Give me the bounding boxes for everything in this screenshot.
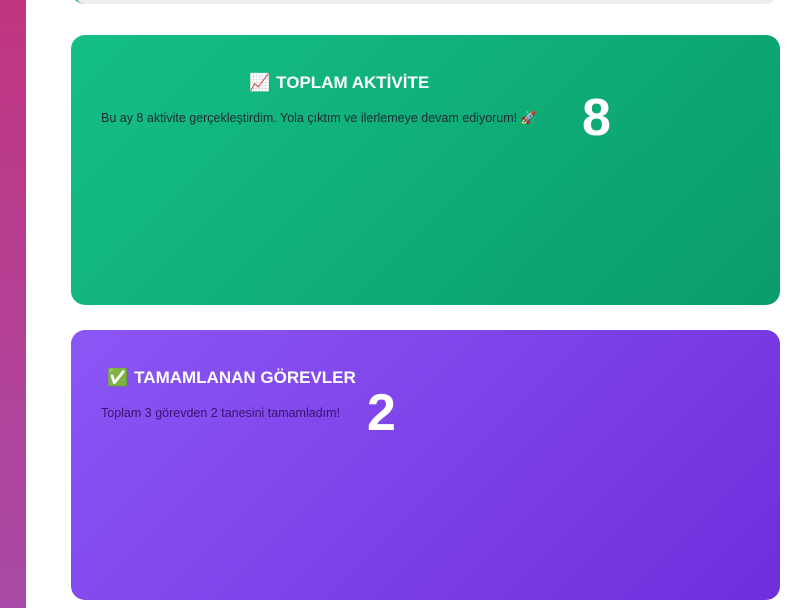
card-title: ✅ TAMAMLANAN GÖREVLER (107, 368, 356, 388)
activity-count: 8 (582, 89, 611, 147)
total-activity-card: 📈 TOPLAM AKTİVİTE Bu ay 8 aktivite gerçe… (71, 35, 780, 305)
chart-up-icon: 📈 (249, 73, 271, 92)
card-title-text: TAMAMLANAN GÖREVLER (134, 368, 356, 387)
card-description: Bu ay 8 aktivite gerçekleştirdim. Yola ç… (101, 111, 537, 125)
sidebar-edge (0, 0, 26, 608)
card-description: Toplam 3 görevden 2 tanesini tamamladım! (101, 406, 341, 420)
card-title-text: TOPLAM AKTİVİTE (276, 73, 430, 92)
card-title: 📈 TOPLAM AKTİVİTE (249, 73, 429, 93)
previous-card-edge (71, 0, 779, 4)
completed-count: 2 (367, 384, 396, 442)
check-icon: ✅ (107, 368, 129, 387)
completed-tasks-card: ✅ TAMAMLANAN GÖREVLER Toplam 3 görevden … (71, 330, 780, 600)
